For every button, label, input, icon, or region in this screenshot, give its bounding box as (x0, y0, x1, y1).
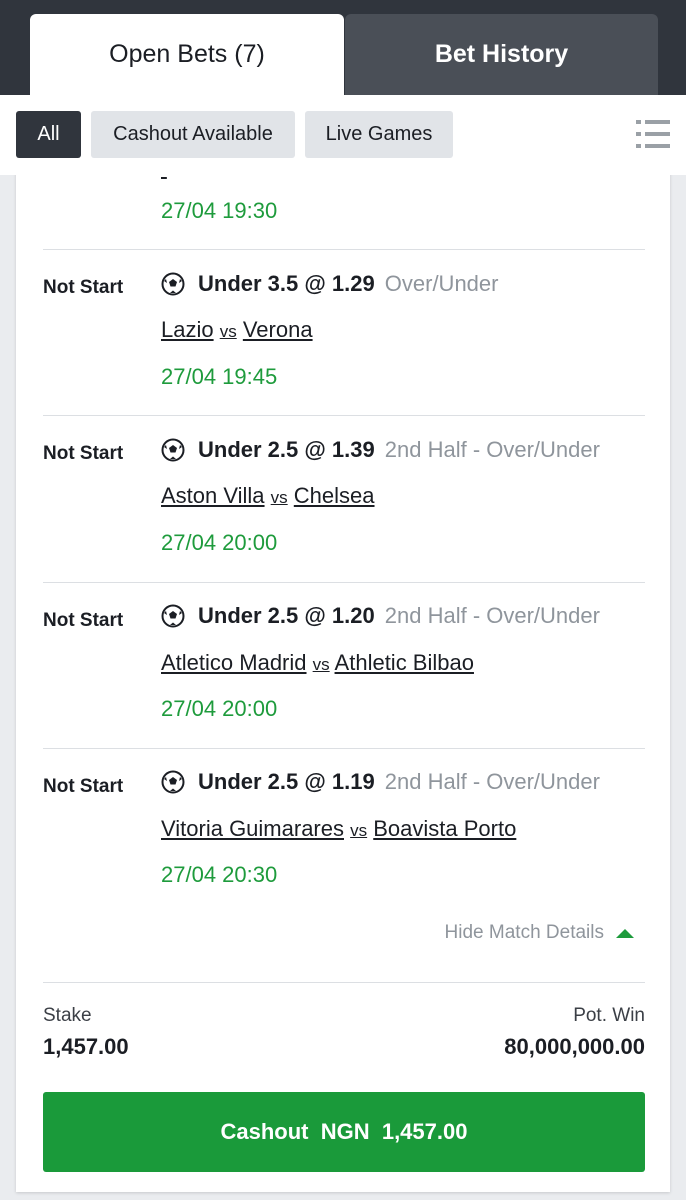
away-team[interactable]: Verona (243, 317, 313, 342)
vs-label: vs (270, 488, 288, 507)
selection-status: Not Start (43, 277, 124, 298)
filter-bar: All Cashout Available Live Games (0, 95, 686, 175)
divider (43, 249, 645, 250)
previous-match-datetime: 27/04 19:30 (161, 198, 278, 223)
divider (43, 748, 645, 749)
cashout-button[interactable]: Cashout NGN 1,457.00 (43, 1092, 645, 1172)
selection-pick-row: Under 2.5 @ 1.19 2nd Half - Over/Under (161, 769, 600, 795)
selection-status: Not Start (43, 443, 124, 464)
selection-datetime: 27/04 19:45 (161, 364, 278, 389)
divider (43, 415, 645, 416)
soccer-ball-icon (161, 770, 185, 794)
hide-match-details-label: Hide Match Details (444, 922, 604, 943)
selection-status: Not Start (43, 610, 124, 631)
selection-market: 2nd Half - Over/Under (384, 603, 600, 628)
filter-cashout-available-chip[interactable]: Cashout Available (91, 111, 295, 158)
selection-pick-row: Under 2.5 @ 1.39 2nd Half - Over/Under (161, 437, 600, 463)
away-team[interactable]: Chelsea (294, 483, 375, 508)
selection-teams[interactable]: Atletico Madrid vs Athletic Bilbao (161, 650, 474, 676)
away-team[interactable]: Athletic Bilbao (335, 650, 474, 675)
hide-match-details-toggle[interactable]: Hide Match Details (445, 922, 634, 944)
stake-label: Stake (43, 1005, 92, 1026)
selection-pick-row: Under 3.5 @ 1.29 Over/Under (161, 271, 498, 297)
pot-win-label: Pot. Win (573, 1005, 645, 1026)
home-team[interactable]: Lazio (161, 317, 214, 342)
home-team[interactable]: Atletico Madrid (161, 650, 307, 675)
divider (43, 582, 645, 583)
vs-label: vs (312, 655, 330, 674)
home-team[interactable]: Vitoria Guimarares (161, 816, 344, 841)
top-tab-bar: Open Bets (7) Bet History (0, 0, 686, 95)
selection-pick: Under 2.5 @ 1.20 (198, 603, 375, 628)
selection-teams[interactable]: Lazio vs Verona (161, 317, 313, 343)
previous-teams-cropped (161, 175, 401, 181)
away-team[interactable]: Boavista Porto (373, 816, 516, 841)
divider (43, 982, 645, 983)
selection-teams[interactable]: Aston Villa vs Chelsea (161, 483, 375, 509)
soccer-ball-icon (161, 604, 185, 628)
home-team[interactable]: Aston Villa (161, 483, 265, 508)
selection-pick: Under 3.5 @ 1.29 (198, 271, 375, 296)
selection-market: 2nd Half - Over/Under (384, 769, 600, 794)
bet-slip-card: 27/04 19:30 Not Start Under 3.5 @ 1.29 O… (16, 175, 670, 1192)
selection-status: Not Start (43, 776, 124, 797)
selection-datetime: 27/04 20:00 (161, 530, 278, 555)
list-icon[interactable] (636, 117, 670, 151)
selection-pick: Under 2.5 @ 1.19 (198, 769, 375, 794)
selection-datetime: 27/04 20:30 (161, 862, 278, 887)
filter-live-games-chip[interactable]: Live Games (305, 111, 453, 158)
filter-all-chip[interactable]: All (16, 111, 81, 158)
vs-label: vs (219, 322, 237, 341)
pot-win-value: 80,000,000.00 (504, 1034, 645, 1059)
vs-label: vs (350, 821, 368, 840)
bet-scroll-area[interactable]: 27/04 19:30 Not Start Under 3.5 @ 1.29 O… (0, 175, 686, 1200)
tab-open-bets[interactable]: Open Bets (7) (30, 14, 344, 95)
soccer-ball-icon (161, 272, 185, 296)
caret-up-icon (616, 928, 634, 938)
selection-teams[interactable]: Vitoria Guimarares vs Boavista Porto (161, 816, 516, 842)
soccer-ball-icon (161, 438, 185, 462)
selection-datetime: 27/04 20:00 (161, 696, 278, 721)
selection-market: 2nd Half - Over/Under (384, 437, 600, 462)
stake-value: 1,457.00 (43, 1034, 129, 1059)
selection-pick-row: Under 2.5 @ 1.20 2nd Half - Over/Under (161, 603, 600, 629)
selection-market: Over/Under (384, 271, 499, 296)
tab-bet-history[interactable]: Bet History (345, 14, 658, 95)
selection-pick: Under 2.5 @ 1.39 (198, 437, 375, 462)
